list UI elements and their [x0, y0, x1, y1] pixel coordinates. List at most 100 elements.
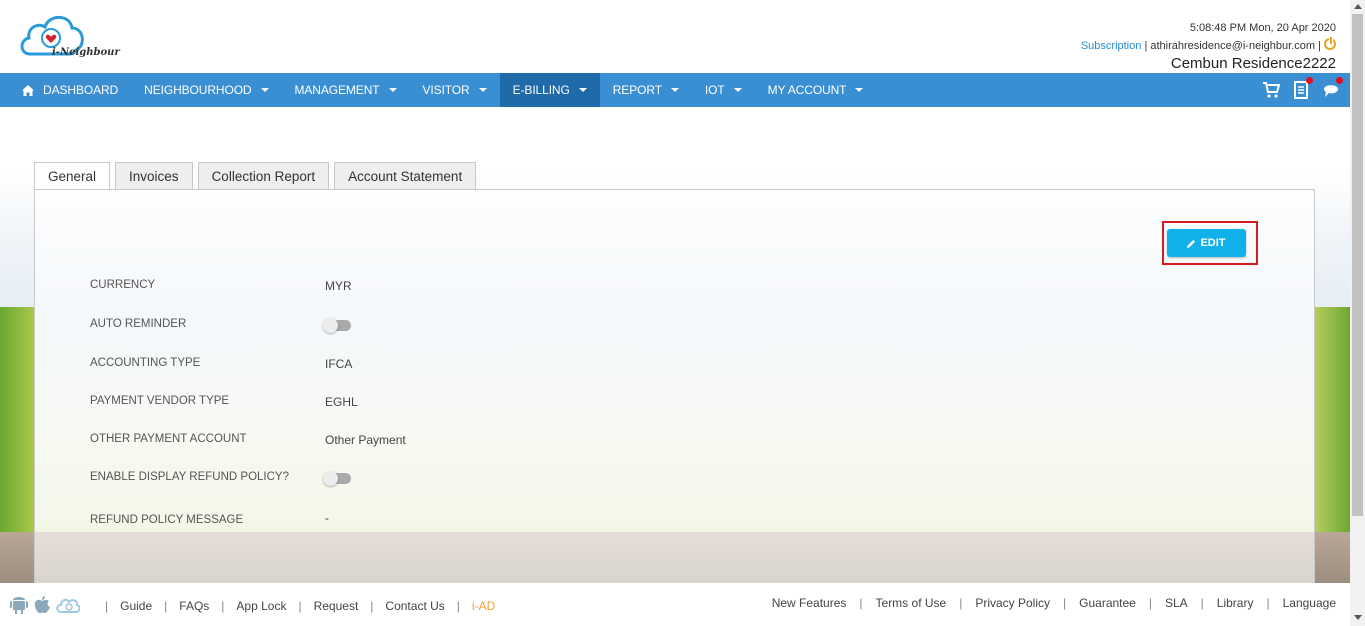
- notification-dot: [1336, 77, 1343, 84]
- app-icons: [10, 595, 80, 615]
- caret-down-icon: [388, 88, 397, 92]
- footer-links-left: | Guide | FAQs | App Lock | Request | Co…: [93, 599, 495, 613]
- caret-down-icon: [478, 88, 487, 92]
- nav-label: NEIGHBOURHOOD: [144, 83, 252, 97]
- separator: |: [221, 599, 225, 613]
- tab-collection-report[interactable]: Collection Report: [197, 162, 330, 189]
- header: i-Neighbour 5:08:48 PM Mon, 20 Apr 2020 …: [0, 0, 1350, 73]
- contact-us-link[interactable]: Contact Us: [385, 599, 444, 613]
- nav-label: IOT: [704, 83, 725, 97]
- sla-link[interactable]: SLA: [1165, 596, 1188, 610]
- nav-label: DASHBOARD: [43, 83, 119, 97]
- auto-reminder-toggle[interactable]: [323, 318, 351, 333]
- refund-policy-message-label: REFUND POLICY MESSAGE: [90, 514, 244, 526]
- nav-label: MANAGEMENT: [294, 83, 380, 97]
- terms-of-use-link[interactable]: Terms of Use: [876, 596, 947, 610]
- nav-label: VISITOR: [422, 83, 470, 97]
- app-lock-link[interactable]: App Lock: [236, 599, 286, 613]
- separator: |: [1148, 596, 1152, 610]
- faqs-link[interactable]: FAQs: [179, 599, 209, 613]
- nav-management[interactable]: MANAGEMENT: [282, 73, 410, 107]
- caret-down-icon: [733, 88, 742, 92]
- enable-refund-policy-toggle[interactable]: [323, 471, 351, 486]
- footer-links-right: New Features | Terms of Use | Privacy Po…: [772, 596, 1336, 610]
- home-icon: [22, 84, 34, 96]
- grass-left-decoration: [0, 307, 34, 532]
- separator: |: [164, 599, 168, 613]
- scroll-down-arrow-icon[interactable]: [1354, 615, 1362, 620]
- user-email: athirahresidence@i-neighbur.com: [1150, 40, 1316, 52]
- logout-power-icon[interactable]: [1324, 36, 1336, 50]
- grass-right-decoration: [1314, 307, 1350, 532]
- separator: |: [1063, 596, 1067, 610]
- main-navbar: DASHBOARD NEIGHBOURHOOD MANAGEMENT VISIT…: [0, 73, 1350, 107]
- notification-dot: [1306, 77, 1313, 84]
- ebilling-tabs: General Invoices Collection Report Accou…: [34, 162, 477, 190]
- header-user-info: 5:08:48 PM Mon, 20 Apr 2020 Subscription…: [1081, 21, 1336, 72]
- request-link[interactable]: Request: [314, 599, 359, 613]
- edit-button-label: EDIT: [1200, 237, 1226, 249]
- separator: |: [456, 599, 460, 613]
- caret-down-icon: [578, 88, 587, 92]
- apple-icon[interactable]: [33, 595, 51, 615]
- account-links: Subscription | athirahresidence@i-neighb…: [1081, 36, 1336, 53]
- separator: |: [1200, 596, 1204, 610]
- brand-name: i-Neighbour: [52, 47, 120, 58]
- language-link[interactable]: Language: [1283, 596, 1336, 610]
- nav-label: REPORT: [612, 83, 662, 97]
- nav-iot[interactable]: IOT: [692, 73, 755, 107]
- separator: |: [1266, 596, 1270, 610]
- separator: |: [370, 599, 374, 613]
- separator: |: [959, 596, 963, 610]
- currency-label: CURRENCY: [90, 279, 156, 291]
- nav-dashboard[interactable]: DASHBOARD: [0, 73, 131, 107]
- other-payment-account-label: OTHER PAYMENT ACCOUNT: [90, 433, 247, 445]
- subscription-link[interactable]: Subscription: [1081, 40, 1142, 52]
- library-link[interactable]: Library: [1217, 596, 1254, 610]
- nav-neighbourhood[interactable]: NEIGHBOURHOOD: [131, 73, 281, 107]
- document-notification-icon[interactable]: [1292, 77, 1313, 99]
- new-features-link[interactable]: New Features: [772, 596, 847, 610]
- other-payment-account-value: Other Payment: [325, 433, 406, 447]
- residence-name: Cembun Residence2222: [1170, 55, 1336, 72]
- currency-value: MYR: [325, 279, 352, 293]
- current-datetime: 5:08:48 PM Mon, 20 Apr 2020: [1189, 22, 1336, 34]
- footer: | Guide | FAQs | App Lock | Request | Co…: [0, 583, 1350, 626]
- enable-refund-policy-label: ENABLE DISPLAY REFUND POLICY?: [90, 471, 289, 483]
- scrollbar-thumb[interactable]: [1352, 14, 1363, 516]
- payment-vendor-type-label: PAYMENT VENDOR TYPE: [90, 395, 230, 407]
- separator: |: [105, 599, 109, 613]
- nav-e-billing[interactable]: E-BILLING: [499, 73, 600, 107]
- auto-reminder-label: AUTO REMINDER: [90, 318, 187, 330]
- caret-down-icon: [855, 88, 864, 92]
- caret-down-icon: [260, 88, 269, 92]
- edit-button[interactable]: EDIT: [1167, 229, 1246, 257]
- caret-down-icon: [670, 88, 679, 92]
- separator: |: [298, 599, 302, 613]
- tab-general[interactable]: General: [34, 162, 111, 190]
- payment-vendor-type-value: EGHL: [325, 395, 358, 409]
- refund-policy-message-value: -: [325, 511, 329, 525]
- guarantee-link[interactable]: Guarantee: [1079, 596, 1136, 610]
- page-scrollbar[interactable]: [1350, 0, 1365, 626]
- nav-label: MY ACCOUNT: [767, 83, 847, 97]
- nav-report[interactable]: REPORT: [600, 73, 692, 107]
- android-icon[interactable]: [10, 595, 28, 615]
- accounting-type-label: ACCOUNTING TYPE: [90, 357, 201, 369]
- guide-link[interactable]: Guide: [120, 599, 152, 613]
- tab-account-statement[interactable]: Account Statement: [334, 162, 477, 189]
- nav-actions: [1262, 73, 1343, 107]
- nav-my-account[interactable]: MY ACCOUNT: [755, 73, 877, 107]
- i-neighbour-cloud-icon[interactable]: [56, 596, 80, 614]
- separator: |: [859, 596, 863, 610]
- cart-icon[interactable]: [1262, 81, 1281, 99]
- tab-invoices[interactable]: Invoices: [115, 162, 193, 189]
- separator: |: [1318, 40, 1324, 52]
- chat-notification-icon[interactable]: [1322, 77, 1343, 99]
- i-ad-link[interactable]: i-AD: [472, 599, 495, 613]
- nav-visitor[interactable]: VISITOR: [410, 73, 500, 107]
- accounting-type-value: IFCA: [325, 357, 353, 371]
- scroll-up-arrow-icon[interactable]: [1354, 4, 1362, 9]
- pencil-icon: [1187, 239, 1196, 248]
- privacy-policy-link[interactable]: Privacy Policy: [975, 596, 1050, 610]
